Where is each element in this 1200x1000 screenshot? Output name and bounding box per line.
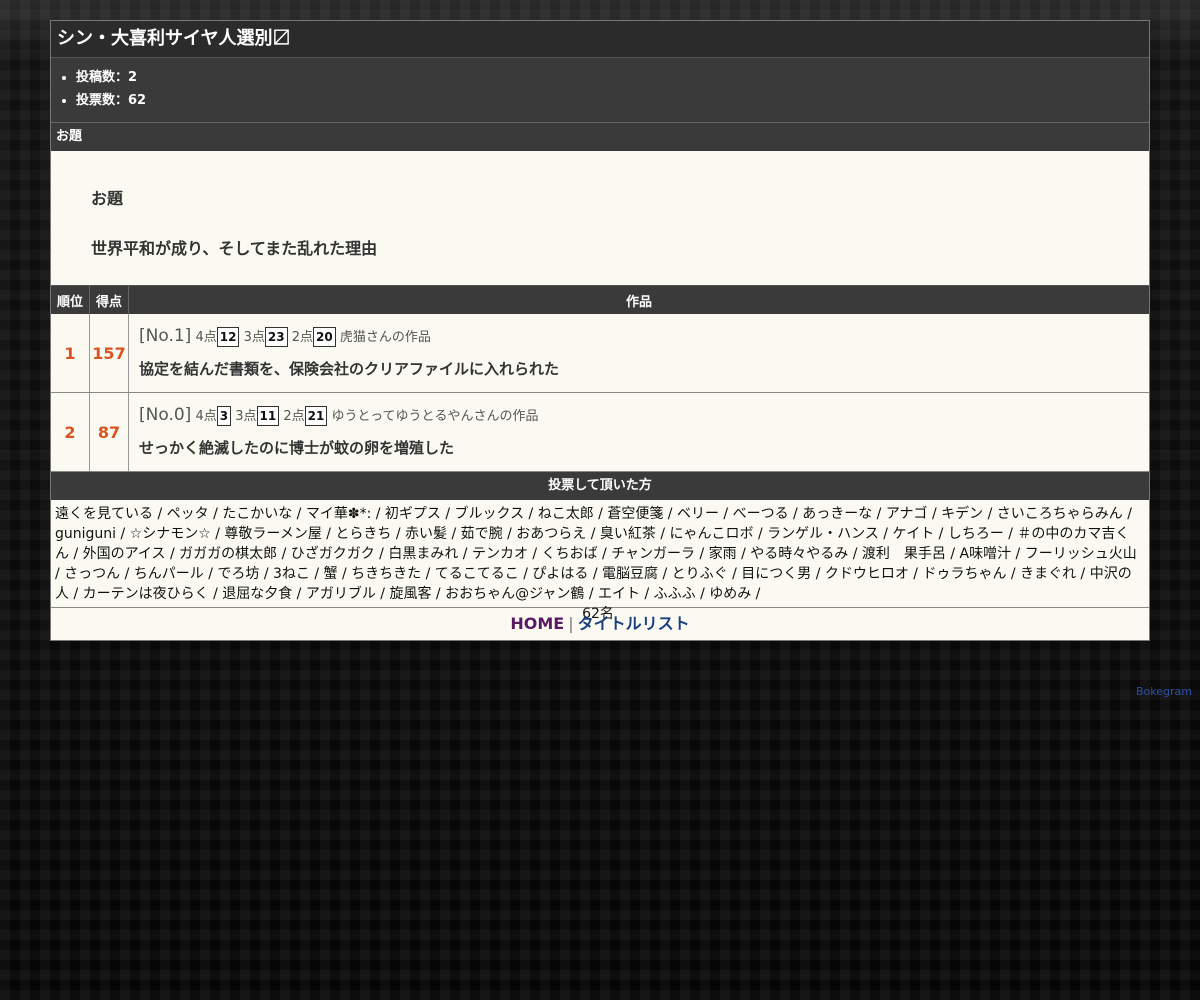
work-cell: [No.0] 4点 3 3点 11 2点 21 ゆうとってゆうとるやんさんの作品 せっ… — [128, 392, 1149, 472]
points-2-count: 21 — [304, 406, 328, 426]
points-4-count: 3 — [216, 406, 232, 426]
work-author: ゆうとってゆうとるやんさんの作品 — [331, 409, 539, 424]
column-score: 得点 — [89, 286, 129, 314]
work-meta: [No.1] 4点 12 3点 23 2点 20 虎猫さんの作品 — [139, 323, 1149, 349]
work-text: せっかく絶滅したのに博士が蚊の卵を増殖した — [139, 439, 455, 457]
odai-label: お題 — [91, 189, 124, 208]
rank-cell: 2 — [51, 392, 90, 472]
work-text: 協定を結んだ書類を、保険会社のクリアファイルに入れられた — [139, 360, 560, 378]
vote-count: 投票数：62 — [76, 89, 1149, 112]
points-2-label: 2点 — [283, 409, 305, 424]
title-list-link[interactable]: タイトルリスト — [578, 614, 690, 633]
work-number: [No.1] — [139, 326, 192, 346]
points-4-count: 12 — [216, 327, 240, 347]
work-number: [No.0] — [139, 405, 192, 425]
results-table: 順位 得点 作品 1 157 [No.1] 4点 12 3点 23 2点 20 虎猫さ… — [51, 286, 1149, 472]
points-3-label: 3点 — [235, 409, 257, 424]
table-row: 2 87 [No.0] 4点 3 3点 11 2点 21 ゆうとってゆうとるやんさんの… — [51, 392, 1149, 472]
credit-link[interactable]: Bokegram — [1136, 685, 1192, 698]
points-4-label: 4点 — [195, 330, 217, 345]
home-link[interactable]: HOME — [510, 614, 564, 633]
points-2-count: 20 — [312, 327, 336, 347]
score-cell: 87 — [89, 392, 129, 472]
main-container: シン・大喜利サイヤ人選別〼 投稿数：2 投票数：62 お題 お題 世界平和が成り… — [50, 20, 1150, 641]
points-2-label: 2点 — [291, 330, 313, 345]
voters-heading: 投票して頂いた方 — [51, 472, 1149, 500]
nav-separator: | — [568, 614, 574, 633]
results-header-row: 順位 得点 作品 — [51, 286, 1149, 314]
column-work: 作品 — [128, 286, 1149, 314]
page-title: シン・大喜利サイヤ人選別〼 — [51, 21, 1149, 58]
score-cell: 157 — [89, 314, 129, 393]
work-author: 虎猫さんの作品 — [339, 330, 431, 345]
odai-heading: お題 — [51, 123, 1149, 151]
work-cell: [No.1] 4点 12 3点 23 2点 20 虎猫さんの作品 協定を結んだ書類を、… — [128, 314, 1149, 393]
post-count: 投稿数：2 — [76, 66, 1149, 89]
voter-names: 遠くを見ている / ペッタ / たこかいな / マイ華✽*: / 初ギプス / … — [55, 506, 1137, 602]
stats-list: 投稿数：2 投票数：62 — [51, 58, 1149, 123]
points-3-count: 11 — [256, 406, 280, 426]
table-row: 1 157 [No.1] 4点 12 3点 23 2点 20 虎猫さんの作品 協定を結… — [51, 314, 1149, 393]
work-meta: [No.0] 4点 3 3点 11 2点 21 ゆうとってゆうとるやんさんの作品 — [139, 402, 1149, 428]
column-rank: 順位 — [51, 286, 90, 314]
odai-box: お題 世界平和が成り、そしてまた乱れた理由 — [51, 151, 1149, 286]
points-3-label: 3点 — [243, 330, 265, 345]
points-3-count: 23 — [264, 327, 288, 347]
points-4-label: 4点 — [195, 409, 217, 424]
rank-cell: 1 — [51, 314, 90, 393]
odai-text: 世界平和が成り、そしてまた乱れた理由 — [91, 239, 378, 258]
voters-list: 遠くを見ている / ペッタ / たこかいな / マイ華✽*: / 初ギプス / … — [51, 500, 1149, 622]
footer-nav: HOME | タイトルリスト — [51, 608, 1149, 640]
